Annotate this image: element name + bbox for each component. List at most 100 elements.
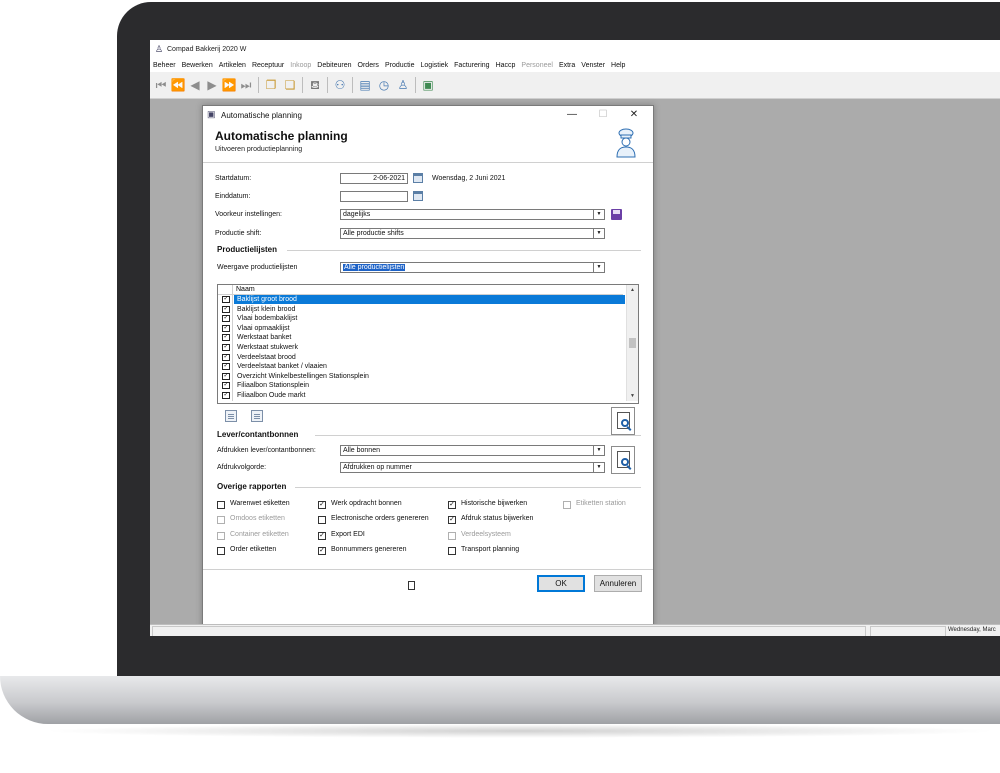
list-item-checkbox[interactable]: ✓	[222, 324, 230, 332]
menu-item-beheer[interactable]: Beheer	[150, 60, 179, 69]
schedule-icon[interactable]: ◷	[376, 77, 392, 93]
document-icon[interactable]: ▤	[357, 77, 373, 93]
list-item-label: Overzicht Winkelbestellingen Stationsple…	[237, 372, 369, 380]
menu-item-artikelen[interactable]: Artikelen	[216, 60, 249, 69]
list-item-checkbox[interactable]: ✓	[222, 296, 230, 303]
menu-item-logistiek[interactable]: Logistiek	[418, 60, 452, 69]
list-item-checkbox[interactable]: ✓	[222, 382, 230, 390]
list-item-checkbox[interactable]: ✓	[222, 315, 230, 323]
menu-item-productie[interactable]: Productie	[382, 60, 418, 69]
baker-icon[interactable]: ♙	[395, 77, 411, 93]
next-record-icon[interactable]: ▶	[204, 77, 220, 93]
list-item[interactable]: ✓ Vlaai opmaaklijst	[218, 324, 626, 333]
preview-bonnen-button[interactable]	[611, 446, 635, 474]
einddatum-field[interactable]	[340, 191, 408, 202]
chevron-down-icon[interactable]: ▼	[593, 210, 604, 219]
order-etiketten-checkbox[interactable]	[217, 547, 225, 555]
cash-register-icon[interactable]: ▣	[420, 77, 436, 93]
select-all-icon[interactable]	[225, 410, 237, 422]
menu-item-extra[interactable]: Extra	[556, 60, 578, 69]
etiketten-station-label: Etiketten station	[576, 500, 626, 507]
list-item[interactable]: ✓ Baklijst klein brood	[218, 305, 626, 314]
list-item-checkbox[interactable]: ✓	[222, 353, 230, 361]
window-icon: ▣	[207, 109, 216, 119]
weergave-select[interactable]: Alle productielijsten ▼	[340, 262, 605, 273]
volgorde-select[interactable]: Afdrukken op nummer ▼	[340, 462, 605, 473]
menu-item-help[interactable]: Help	[608, 60, 628, 69]
list-scrollbar[interactable]: ▲ ▼	[626, 285, 638, 401]
bonnummers-genereren-checkbox[interactable]: ✓	[318, 547, 326, 555]
menu-item-venster[interactable]: Venster	[578, 60, 608, 69]
menu-item-orders[interactable]: Orders	[355, 60, 382, 69]
status-panel	[152, 626, 866, 636]
list-item[interactable]: ✓ Werkstaat banket	[218, 333, 626, 342]
paste-icon[interactable]: ❏	[282, 77, 298, 93]
chevron-down-icon[interactable]: ▼	[593, 263, 604, 272]
list-item[interactable]: ✓ Baklijst groot brood	[218, 295, 626, 304]
list-item-checkbox[interactable]: ✓	[222, 305, 230, 313]
save-icon[interactable]	[611, 209, 622, 220]
previous-page-icon[interactable]: ⏪	[170, 77, 186, 93]
dialog-subtitle: Uitvoeren productieplanning	[215, 146, 303, 153]
startdatum-field[interactable]: 2-06-2021	[340, 173, 408, 184]
menu-item-debiteuren[interactable]: Debiteuren	[314, 60, 354, 69]
afdruk-status-bijwerken-checkbox[interactable]: ✓	[448, 516, 456, 524]
list-item[interactable]: ✓ Vlaai bodembaklijst	[218, 314, 626, 323]
scroll-up-icon[interactable]: ▲	[627, 285, 638, 295]
close-button[interactable]: ✕	[625, 108, 643, 122]
list-item-checkbox[interactable]: ✓	[222, 344, 230, 351]
afdrukken-select[interactable]: Alle bonnen ▼	[340, 445, 605, 456]
preview-lists-button[interactable]	[611, 407, 635, 435]
list-item[interactable]: ✓ Verdeelstaat brood	[218, 353, 626, 362]
list-item[interactable]: ✓ Overzicht Winkelbestellingen Stationspl…	[218, 372, 626, 381]
voorkeur-value: dagelijks	[343, 211, 371, 218]
menu-item-haccp[interactable]: Haccp	[493, 60, 519, 69]
chevron-down-icon[interactable]: ▼	[593, 229, 604, 238]
dialog-title: Automatische planning	[215, 129, 348, 143]
calendar-icon[interactable]	[413, 173, 423, 183]
list-item-checkbox[interactable]: ✓	[222, 334, 230, 342]
minimize-button[interactable]: —	[563, 108, 581, 122]
scroll-down-icon[interactable]: ▼	[627, 391, 638, 401]
customers-icon[interactable]: ⚇	[332, 77, 348, 93]
historische-bijwerken-checkbox[interactable]: ✓	[448, 501, 456, 509]
list-item-checkbox[interactable]: ✓	[222, 363, 230, 371]
ok-button[interactable]: OK	[537, 575, 585, 592]
annuleren-button[interactable]: Annuleren	[594, 575, 642, 592]
chevron-down-icon[interactable]: ▼	[593, 446, 604, 455]
last-record-icon[interactable]: ⏭	[238, 77, 254, 93]
menubar: Beheer Bewerken Artikelen Receptuur Inkoop De…	[150, 60, 1000, 72]
list-item-checkbox[interactable]: ✓	[222, 392, 230, 399]
menu-item-facturering[interactable]: Facturering	[451, 60, 492, 69]
chevron-down-icon[interactable]: ▼	[593, 463, 604, 472]
basket-icon[interactable]: ⛾	[307, 77, 323, 93]
omdoos-etiketten-checkbox	[217, 516, 225, 524]
list-item[interactable]: ✓ Werkstaat stukwerk	[218, 343, 626, 352]
transport-planning-checkbox[interactable]	[448, 547, 456, 555]
previous-record-icon[interactable]: ◀	[187, 77, 203, 93]
shift-select[interactable]: Alle productie shifts ▼	[340, 228, 605, 239]
deselect-all-icon[interactable]	[251, 410, 263, 422]
next-page-icon[interactable]: ⏩	[221, 77, 237, 93]
export-edi-checkbox[interactable]: ✓	[318, 532, 326, 540]
warenwet-etiketten-checkbox[interactable]	[217, 501, 225, 509]
historische-bijwerken-label: Historische bijwerken	[461, 500, 528, 507]
menu-item-receptuur[interactable]: Receptuur	[249, 60, 287, 69]
werk-opdracht-bonnen-checkbox[interactable]: ✓	[318, 501, 326, 509]
list-header: Naam	[218, 285, 623, 295]
list-item[interactable]: ✓ Verdeelstaat banket / vlaaien	[218, 362, 626, 371]
lever-heading: Lever/contantbonnen	[217, 430, 299, 439]
productielijsten-list[interactable]: Naam ✓ Baklijst groot brood ✓ Baklijst klei…	[217, 284, 639, 404]
scroll-thumb[interactable]	[629, 338, 636, 348]
list-item-checkbox[interactable]: ✓	[222, 372, 230, 380]
electronische-orders-genereren-checkbox[interactable]	[318, 516, 326, 524]
calendar-icon[interactable]	[413, 191, 423, 201]
first-record-icon[interactable]: ⏮	[153, 77, 169, 93]
list-item[interactable]: ✓ Filiaalbon Stationsplein	[218, 381, 626, 390]
list-item[interactable]: ✓ Filiaalbon Oude markt	[218, 391, 626, 400]
productielijsten-heading: Productielijsten	[217, 245, 278, 254]
voorkeur-select[interactable]: dagelijks ▼	[340, 209, 605, 220]
menu-item-bewerken[interactable]: Bewerken	[179, 60, 216, 69]
copy-icon[interactable]: ❐	[263, 77, 279, 93]
toolbar-separator	[327, 77, 328, 93]
